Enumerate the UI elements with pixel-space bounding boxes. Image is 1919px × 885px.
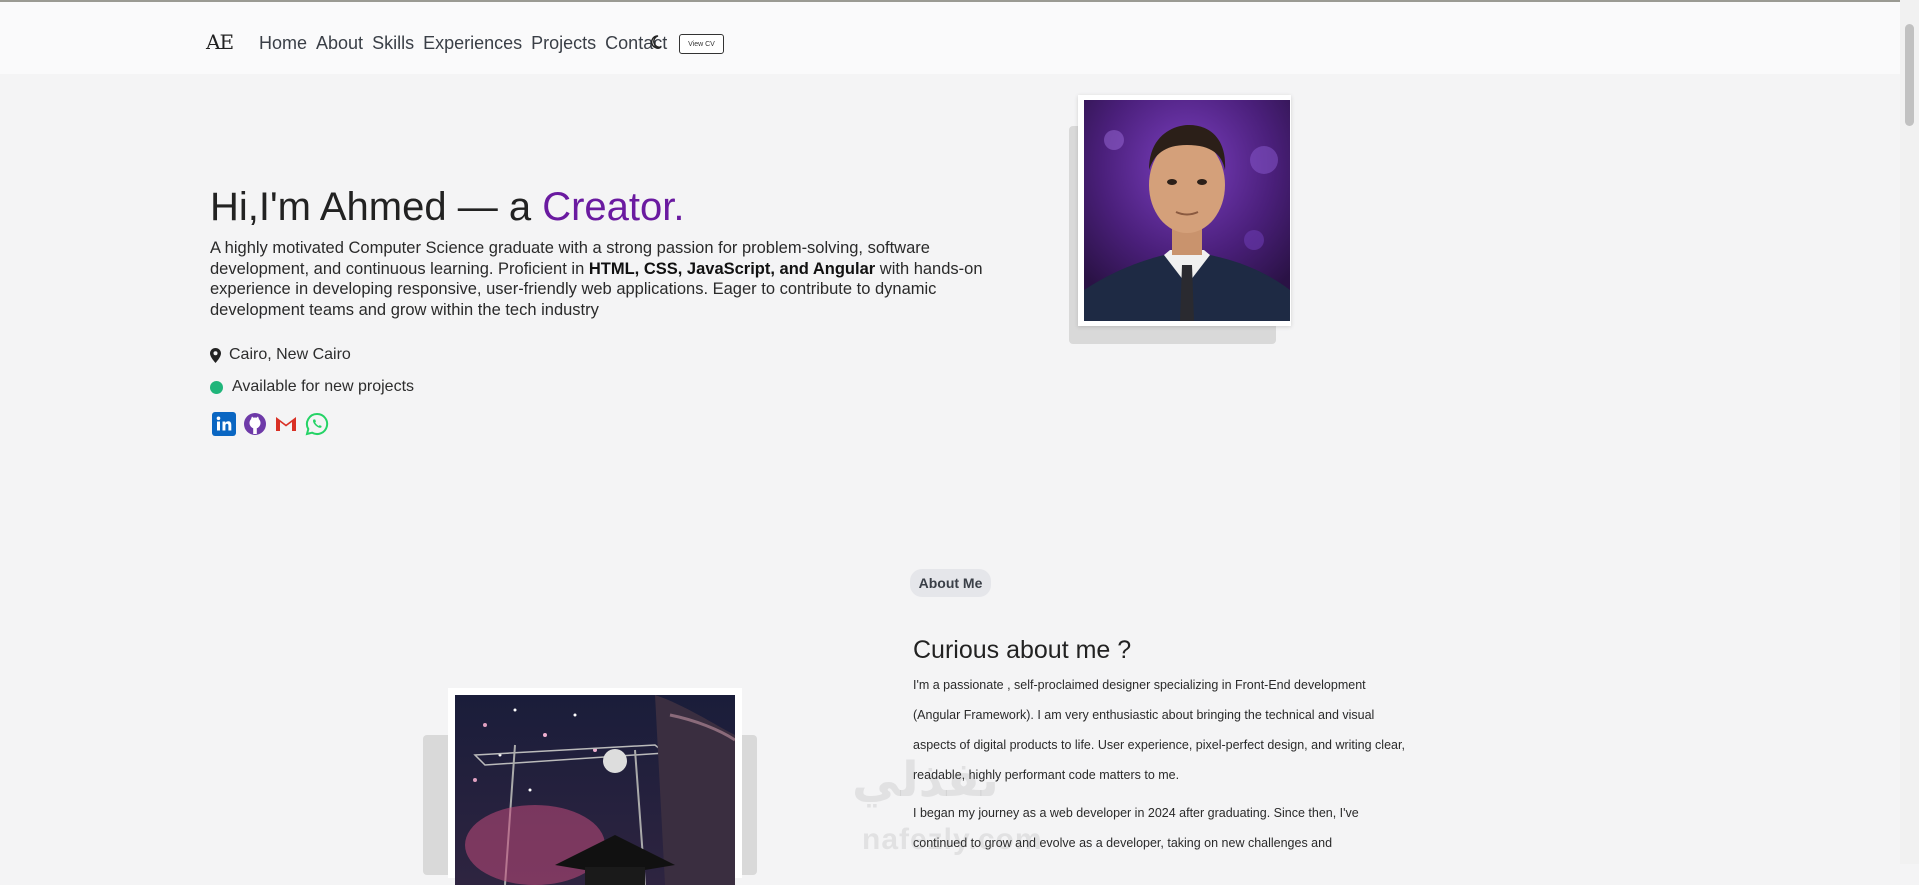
scrollbar-thumb[interactable]	[1905, 24, 1914, 126]
nav-experiences[interactable]: Experiences	[423, 33, 522, 54]
social-links	[212, 412, 329, 436]
hero-description: A highly motivated Computer Science grad…	[210, 238, 1000, 320]
gmail-icon[interactable]	[274, 412, 298, 436]
availability-text: Available for new projects	[232, 378, 415, 395]
status-dot-icon	[210, 380, 223, 394]
about-me-badge: About Me	[910, 569, 991, 597]
nav-home[interactable]: Home	[259, 33, 307, 54]
map-pin-icon	[210, 347, 221, 363]
hero-desc-skills: HTML, CSS, JavaScript, and Angular	[588, 259, 876, 278]
nav-about[interactable]: About	[316, 33, 363, 54]
hero-title-accent: Creator.	[542, 185, 685, 229]
profile-photo-frame	[1078, 95, 1291, 326]
linkedin-icon[interactable]	[212, 412, 236, 436]
profile-photo	[1084, 100, 1290, 321]
nav-menu: Home About Skills Experiences Projects C…	[259, 33, 667, 54]
hero-title-prefix: Hi,I'm Ahmed — a	[210, 185, 543, 229]
view-cv-button[interactable]: View CV	[679, 34, 724, 54]
about-title: Curious about me ?	[913, 636, 1132, 664]
location-text: Cairo, New Cairo	[229, 346, 351, 363]
watermark-logo: نفذلي	[852, 752, 999, 808]
availability-status: Available for new projects	[210, 378, 414, 396]
github-icon[interactable]	[243, 412, 267, 436]
nav-projects[interactable]: Projects	[531, 33, 596, 54]
graduation-photo-frame	[448, 688, 742, 885]
whatsapp-icon[interactable]	[305, 412, 329, 436]
logo[interactable]: AE	[206, 30, 234, 54]
location: Cairo, New Cairo	[210, 346, 351, 364]
watermark-text: nafezly.com	[862, 823, 1043, 856]
scrollbar[interactable]	[1900, 0, 1919, 864]
graduation-photo	[455, 695, 735, 885]
navbar: AE Home About Skills Experiences Project…	[0, 2, 1900, 74]
hero-title: Hi,I'm Ahmed — a Creator.	[210, 185, 684, 230]
moon-icon[interactable]	[650, 35, 662, 49]
nav-skills[interactable]: Skills	[372, 33, 414, 54]
